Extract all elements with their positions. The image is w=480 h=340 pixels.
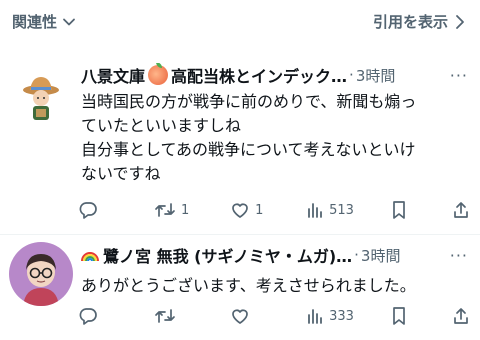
share-button[interactable] xyxy=(450,200,470,220)
display-name-suffix: 高配当株とインデック… xyxy=(171,67,348,86)
retweet-button[interactable] xyxy=(154,306,194,326)
timestamp[interactable]: 3時間 xyxy=(361,245,401,266)
rainbow-emoji-icon xyxy=(81,252,99,262)
reply-button[interactable] xyxy=(78,200,118,220)
view-count: 513 xyxy=(329,202,354,218)
more-options-icon[interactable]: ··· xyxy=(450,66,468,85)
post-text: ありがとうございます、考えさせられました。 xyxy=(81,276,416,295)
peach-emoji-icon xyxy=(148,63,169,85)
heart-icon xyxy=(232,203,248,218)
post-divider xyxy=(0,234,480,235)
retweet-icon xyxy=(155,203,175,217)
heart-icon xyxy=(232,309,248,324)
share-icon xyxy=(454,308,468,324)
post-header: 鷺ノ宮 無我 (サギノミヤ・ムガ)… · 3時間 xyxy=(81,244,468,266)
display-name[interactable]: 鷺ノ宮 無我 (サギノミヤ・ムガ)… xyxy=(81,243,352,267)
like-button[interactable]: 1 xyxy=(230,200,270,220)
share-icon xyxy=(454,202,468,218)
view-quotes-label: 引用を表示 xyxy=(372,13,448,31)
reply-icon xyxy=(79,202,97,219)
post-header: 八景文庫 高配当株とインデック… · 3時間 xyxy=(81,63,468,87)
separator-dot: · xyxy=(349,66,354,84)
like-button[interactable] xyxy=(230,306,270,326)
views-button[interactable]: 333 xyxy=(306,306,354,326)
action-bar: 333 xyxy=(78,304,470,328)
display-name-text: 鷺ノ宮 無我 (サギノミヤ・ムガ)… xyxy=(103,247,353,266)
top-bar: 関連性 引用を表示 xyxy=(0,0,480,46)
like-count: 1 xyxy=(255,202,264,218)
reply-post[interactable]: 鷺ノ宮 無我 (サギノミヤ・ムガ)… · 3時間 ··· ありがとうございます、… xyxy=(0,236,480,340)
retweet-icon xyxy=(155,309,175,323)
display-name[interactable]: 八景文庫 高配当株とインデック… xyxy=(81,63,347,87)
avatar[interactable] xyxy=(9,242,73,306)
views-chart-icon xyxy=(308,309,322,324)
reply-button[interactable] xyxy=(78,306,118,326)
retweet-count: 1 xyxy=(181,202,190,218)
view-quotes-button[interactable]: 引用を表示 xyxy=(373,11,466,32)
share-button[interactable] xyxy=(450,306,470,326)
reply-icon xyxy=(79,308,97,325)
bookmark-icon xyxy=(393,201,405,219)
sort-relevance-button[interactable]: 関連性 xyxy=(12,11,77,32)
bookmark-button[interactable] xyxy=(390,306,414,326)
sort-label: 関連性 xyxy=(12,13,58,31)
post-text: 当時国民の方が戦争に前のめりで、新聞も煽っ ていたといいますしね 自分事としてあ… xyxy=(81,92,417,183)
chevron-down-icon xyxy=(63,18,75,25)
views-button[interactable]: 513 xyxy=(306,200,354,220)
view-count: 333 xyxy=(329,308,354,324)
timestamp[interactable]: 3時間 xyxy=(356,65,396,86)
action-bar: 1 1 513 xyxy=(78,198,470,222)
bookmark-button[interactable] xyxy=(390,200,414,220)
avatar[interactable] xyxy=(10,66,72,128)
more-options-icon[interactable]: ··· xyxy=(450,246,468,265)
views-chart-icon xyxy=(308,203,322,218)
separator-dot: · xyxy=(354,246,359,264)
display-name-text: 八景文庫 xyxy=(81,67,146,86)
bookmark-icon xyxy=(393,307,405,325)
retweet-button[interactable]: 1 xyxy=(154,200,194,220)
reply-post[interactable]: 八景文庫 高配当株とインデック… · 3時間 ··· 当時国民の方が戦争に前のめ… xyxy=(0,56,480,234)
chevron-right-icon xyxy=(456,14,464,29)
